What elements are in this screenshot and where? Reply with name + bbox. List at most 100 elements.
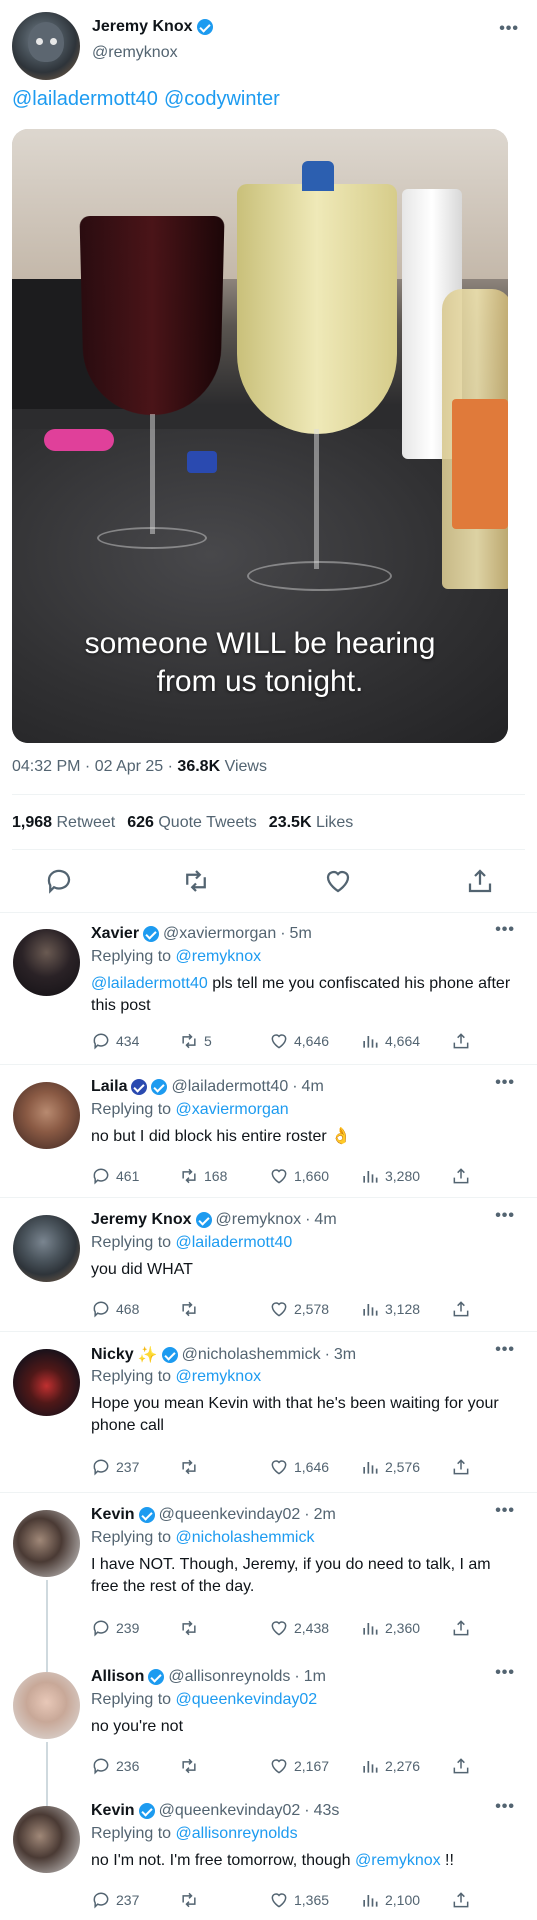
share-icon[interactable]: [465, 866, 495, 896]
retweet-count[interactable]: 168: [179, 1166, 227, 1186]
reply-author-name[interactable]: Jeremy Knox: [91, 1211, 192, 1229]
replying-to-link[interactable]: @lailadermott40: [176, 1234, 293, 1251]
reply-tweet[interactable]: Nicky ✨ @nicholashemmick · 3m ••• Replyi…: [0, 1333, 537, 1493]
share-button[interactable]: [451, 1890, 471, 1910]
reply-time[interactable]: 43s: [314, 1802, 340, 1820]
replying-to-link[interactable]: @remyknox: [176, 948, 262, 965]
reply-author-name[interactable]: Nicky: [91, 1346, 134, 1364]
like-count[interactable]: 1,660: [269, 1166, 329, 1186]
avatar[interactable]: [13, 1806, 80, 1873]
reply-count[interactable]: 434: [91, 1031, 139, 1051]
view-count[interactable]: 2,276: [360, 1756, 420, 1776]
tweet-date[interactable]: 02 Apr 25: [95, 758, 164, 775]
reply-count[interactable]: 468: [91, 1299, 139, 1319]
reply-tweet[interactable]: Xavier @xaviermorgan · 5m ••• Replying t…: [0, 913, 537, 1065]
retweets-stat[interactable]: 1,968 Retweet: [12, 814, 115, 832]
retweet-count[interactable]: [179, 1457, 204, 1477]
reply-author-handle[interactable]: @remyknox: [216, 1211, 302, 1229]
reply-tweet[interactable]: Kevin @queenkevinday02 · 2m ••• Replying…: [0, 1494, 537, 1656]
retweet-count[interactable]: [179, 1299, 204, 1319]
view-count[interactable]: 2,360: [360, 1618, 420, 1638]
replying-to-link[interactable]: @queenkevinday02: [176, 1691, 318, 1708]
avatar[interactable]: [13, 1082, 80, 1149]
reply-author-handle[interactable]: @nicholashemmick: [182, 1346, 321, 1364]
share-button[interactable]: [451, 1618, 471, 1638]
reply-time[interactable]: 1m: [304, 1668, 326, 1686]
replying-to-link[interactable]: @remyknox: [176, 1368, 262, 1385]
reply-icon[interactable]: [44, 866, 74, 896]
share-button[interactable]: [451, 1457, 471, 1477]
quotes-stat[interactable]: 626 Quote Tweets: [127, 814, 257, 832]
reply-author-name[interactable]: Allison: [91, 1668, 144, 1686]
reply-time[interactable]: 2m: [314, 1506, 336, 1524]
reply-time[interactable]: 4m: [314, 1211, 336, 1229]
replying-to-link[interactable]: @allisonreynolds: [176, 1825, 298, 1842]
more-options-icon[interactable]: •••: [495, 1207, 515, 1225]
avatar[interactable]: [13, 929, 80, 996]
reply-author-handle[interactable]: @allisonreynolds: [168, 1668, 290, 1686]
share-button[interactable]: [451, 1299, 471, 1319]
reply-author-handle[interactable]: @xaviermorgan: [163, 925, 276, 943]
reply-tweet[interactable]: Jeremy Knox @remyknox · 4m ••• Replying …: [0, 1199, 537, 1332]
more-options-icon[interactable]: •••: [495, 1798, 515, 1816]
like-count[interactable]: 2,578: [269, 1299, 329, 1319]
reply-count[interactable]: 237: [91, 1890, 139, 1910]
reply-time[interactable]: 3m: [334, 1346, 356, 1364]
like-icon[interactable]: [323, 866, 353, 896]
avatar[interactable]: [13, 1672, 80, 1739]
more-options-icon[interactable]: •••: [495, 921, 515, 939]
retweet-icon[interactable]: [181, 866, 211, 896]
retweet-count[interactable]: [179, 1756, 204, 1776]
retweet-count[interactable]: 5: [179, 1031, 212, 1051]
like-count[interactable]: 2,167: [269, 1756, 329, 1776]
more-options-icon[interactable]: •••: [495, 1502, 515, 1520]
replying-to-link[interactable]: @nicholashemmick: [176, 1529, 315, 1546]
reply-tweet[interactable]: Allison @allisonreynolds · 1m ••• Replyi…: [0, 1656, 537, 1790]
more-options-icon[interactable]: •••: [495, 1664, 515, 1682]
like-count[interactable]: 4,646: [269, 1031, 329, 1051]
author-name-row[interactable]: Jeremy Knox: [92, 18, 213, 36]
more-options-icon[interactable]: •••: [499, 20, 519, 38]
reply-count[interactable]: 239: [91, 1618, 139, 1638]
reply-time[interactable]: 4m: [302, 1078, 324, 1096]
like-count[interactable]: 1,646: [269, 1457, 329, 1477]
likes-stat[interactable]: 23.5K Likes: [269, 814, 354, 832]
reply-author-name[interactable]: Kevin: [91, 1506, 135, 1524]
avatar[interactable]: [13, 1215, 80, 1282]
tweet-time[interactable]: 04:32 PM: [12, 758, 80, 775]
replying-to-link[interactable]: @xaviermorgan: [176, 1101, 289, 1118]
view-count[interactable]: 2,100: [360, 1890, 420, 1910]
view-count[interactable]: 3,280: [360, 1166, 420, 1186]
reply-tweet[interactable]: Laila @lailadermott40 · 4m ••• Replying …: [0, 1066, 537, 1198]
reply-time[interactable]: 5m: [290, 925, 312, 943]
author-avatar[interactable]: [12, 12, 80, 80]
like-count[interactable]: 2,438: [269, 1618, 329, 1638]
reply-count[interactable]: 236: [91, 1756, 139, 1776]
share-button[interactable]: [451, 1756, 471, 1776]
retweet-count[interactable]: [179, 1890, 204, 1910]
reply-count[interactable]: 237: [91, 1457, 139, 1477]
mention-link[interactable]: @lailadermott40: [12, 88, 158, 110]
reply-author-name[interactable]: Laila: [91, 1078, 127, 1096]
more-options-icon[interactable]: •••: [495, 1074, 515, 1092]
author-handle[interactable]: @remyknox: [92, 44, 178, 62]
reply-author-handle[interactable]: @lailadermott40: [171, 1078, 288, 1096]
mention-link[interactable]: @remyknox: [355, 1852, 441, 1869]
author-name[interactable]: Jeremy Knox: [92, 18, 193, 36]
retweet-count[interactable]: [179, 1618, 204, 1638]
reply-count[interactable]: 461: [91, 1166, 139, 1186]
avatar[interactable]: [13, 1349, 80, 1416]
share-button[interactable]: [451, 1166, 471, 1186]
like-count[interactable]: 1,365: [269, 1890, 329, 1910]
more-options-icon[interactable]: •••: [495, 1341, 515, 1359]
view-count[interactable]: 3,128: [360, 1299, 420, 1319]
tweet-media-video[interactable]: someone WILL be hearing from us tonight.: [12, 129, 508, 743]
mention-link[interactable]: @codywinter: [164, 88, 280, 110]
mention-link[interactable]: @lailadermott40: [91, 975, 208, 992]
reply-author-name[interactable]: Xavier: [91, 925, 139, 943]
reply-tweet[interactable]: Kevin @queenkevinday02 · 43s ••• Replyin…: [0, 1790, 537, 1920]
view-count[interactable]: 4,664: [360, 1031, 420, 1051]
reply-author-handle[interactable]: @queenkevinday02: [159, 1506, 301, 1524]
avatar[interactable]: [13, 1510, 80, 1577]
reply-author-handle[interactable]: @queenkevinday02: [159, 1802, 301, 1820]
